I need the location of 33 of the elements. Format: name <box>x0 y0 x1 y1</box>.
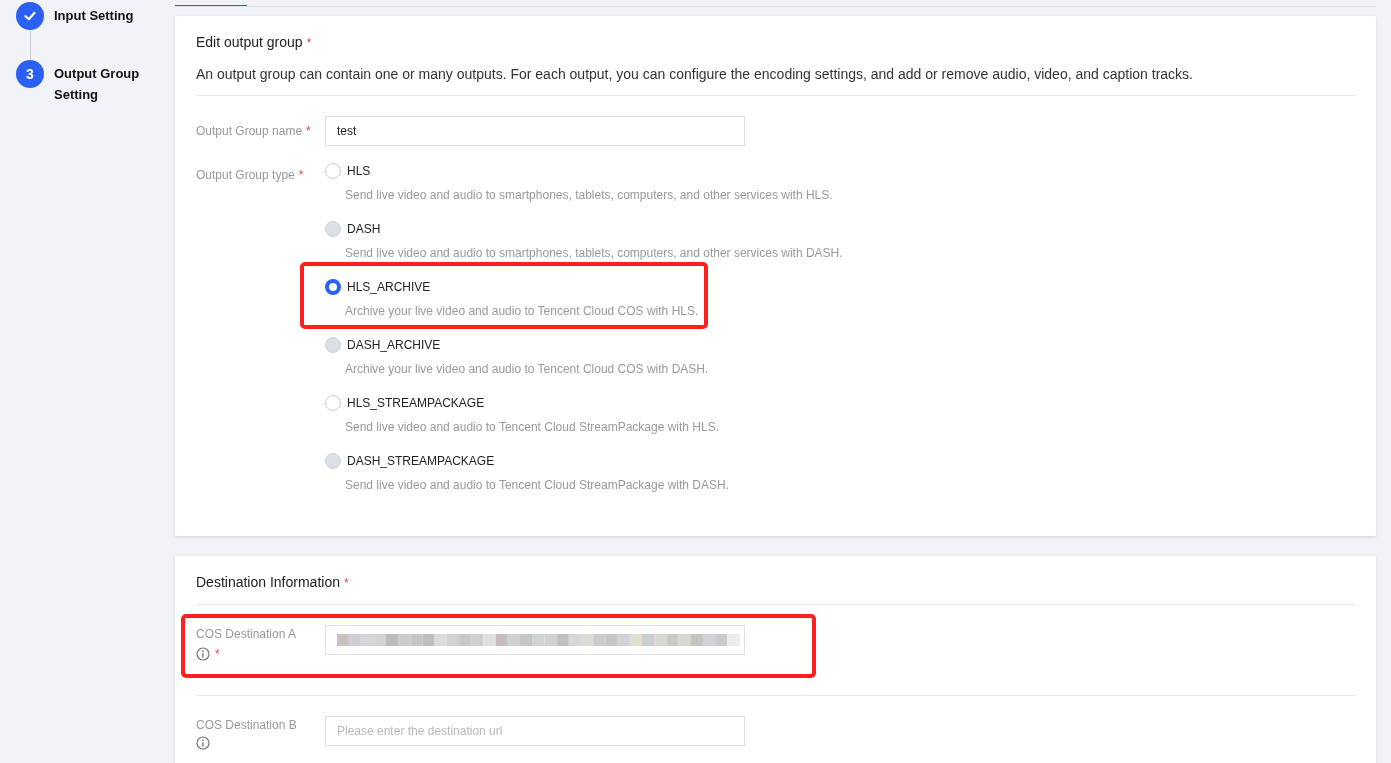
radio-label: HLS_ARCHIVE <box>347 280 431 294</box>
field-label: COS Destination B <box>196 718 297 732</box>
info-icon[interactable] <box>196 736 210 750</box>
required-mark: * <box>298 168 304 182</box>
step-label: Output Group Setting <box>54 65 141 104</box>
field-label: Output Group name <box>196 124 303 138</box>
step-label: Input Setting <box>54 7 135 25</box>
check-icon <box>23 9 37 23</box>
radio-label: DASH <box>347 222 381 236</box>
option-description: Send live video and audio to Tencent Cloud StreamPackage with DASH. <box>345 478 729 492</box>
required-mark: * <box>215 646 220 663</box>
section-title: Destination Information <box>196 574 340 590</box>
name-field[interactable]: test <box>325 116 745 146</box>
section-title: Edit output group <box>196 34 303 50</box>
option-description: Send live video and audio to Tencent Cloud StreamPackage with HLS. <box>345 420 719 434</box>
radio-label: DASH_ARCHIVE <box>347 338 441 352</box>
info-icon[interactable] <box>196 647 210 661</box>
option-description: Send live video and audio to smartphones, tablets, computers, and other services with DASH. <box>345 246 843 260</box>
option-description: Archive your live video and audio to Tencent Cloud COS with DASH. <box>345 362 709 376</box>
field-label: COS Destination A <box>196 627 297 641</box>
radio-label: HLS_STREAMPACKAGE <box>347 396 485 410</box>
radio-button[interactable] <box>325 279 341 295</box>
required-mark: * <box>306 36 312 50</box>
section-description: An output group can contain one or many outputs. For each output, you can configure the encoding settings, and add or remove audio, video, and caption tracks. <box>196 65 1194 83</box>
option-description: Archive your live video and audio to Tencent Cloud COS with HLS. <box>345 304 699 318</box>
required-mark: * <box>343 576 349 590</box>
step-number: 3 <box>26 66 34 82</box>
field-label: Output Group type <box>196 168 295 182</box>
radio-label: DASH_STREAMPACKAGE <box>347 454 495 468</box>
radio-label: HLS <box>347 164 371 178</box>
option-description: Send live video and audio to smartphones, tablets, computers, and other services with HLS. <box>345 188 833 202</box>
required-mark: * <box>306 124 311 138</box>
url-field[interactable] <box>325 625 745 655</box>
